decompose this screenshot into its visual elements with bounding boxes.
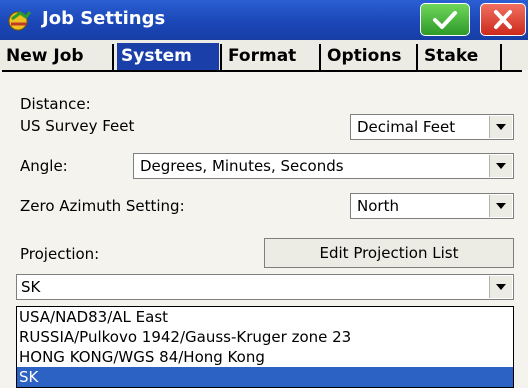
distance-unit-text: US Survey Feet <box>20 117 135 135</box>
tab-options[interactable]: Options <box>323 43 419 70</box>
tab-divider <box>500 44 502 70</box>
zero-azimuth-label: Zero Azimuth Setting: <box>20 197 185 215</box>
angle-value: Degrees, Minutes, Seconds <box>140 157 344 175</box>
tab-divider <box>319 44 321 70</box>
projection-label: Projection: <box>20 245 100 263</box>
tab-divider <box>220 44 222 70</box>
app-logo-icon <box>8 11 32 31</box>
list-item[interactable]: HONG KONG/WGS 84/Hong Kong <box>17 347 513 367</box>
tab-divider <box>112 44 114 70</box>
close-icon <box>494 10 512 29</box>
distance-format-select[interactable]: Decimal Feet <box>350 114 514 140</box>
projection-select[interactable]: SK <box>16 274 514 300</box>
distance-label: Distance: <box>20 95 91 113</box>
projection-dropdown-list: USA/NAD83/AL East RUSSIA/Pulkovo 1942/Ga… <box>16 306 514 388</box>
tab-format[interactable]: Format <box>224 43 320 70</box>
distance-format-value: Decimal Feet <box>357 118 456 136</box>
chevron-down-icon[interactable] <box>489 276 512 298</box>
title-bar: Job Settings <box>0 0 528 40</box>
close-button[interactable] <box>480 3 526 36</box>
projection-value: SK <box>21 278 41 296</box>
checkmark-icon <box>433 11 457 29</box>
window-title: Job Settings <box>42 8 166 29</box>
tab-stake[interactable]: Stake <box>420 43 500 70</box>
list-item[interactable]: SK <box>17 367 513 387</box>
zero-azimuth-select[interactable]: North <box>350 193 514 219</box>
tab-system[interactable]: System <box>117 43 219 70</box>
tab-new-job[interactable]: New Job <box>2 43 110 70</box>
chevron-down-icon[interactable] <box>489 116 512 138</box>
chevron-down-icon[interactable] <box>489 195 512 217</box>
angle-select[interactable]: Degrees, Minutes, Seconds <box>133 153 514 179</box>
angle-label: Angle: <box>20 157 68 175</box>
zero-azimuth-value: North <box>357 197 399 215</box>
ok-button[interactable] <box>420 3 470 36</box>
list-item[interactable]: RUSSIA/Pulkovo 1942/Gauss-Kruger zone 23 <box>17 327 513 347</box>
tab-divider <box>416 44 418 70</box>
edit-projection-list-button[interactable]: Edit Projection List <box>264 238 514 268</box>
chevron-down-icon[interactable] <box>489 155 512 177</box>
list-item[interactable]: USA/NAD83/AL East <box>17 307 513 327</box>
